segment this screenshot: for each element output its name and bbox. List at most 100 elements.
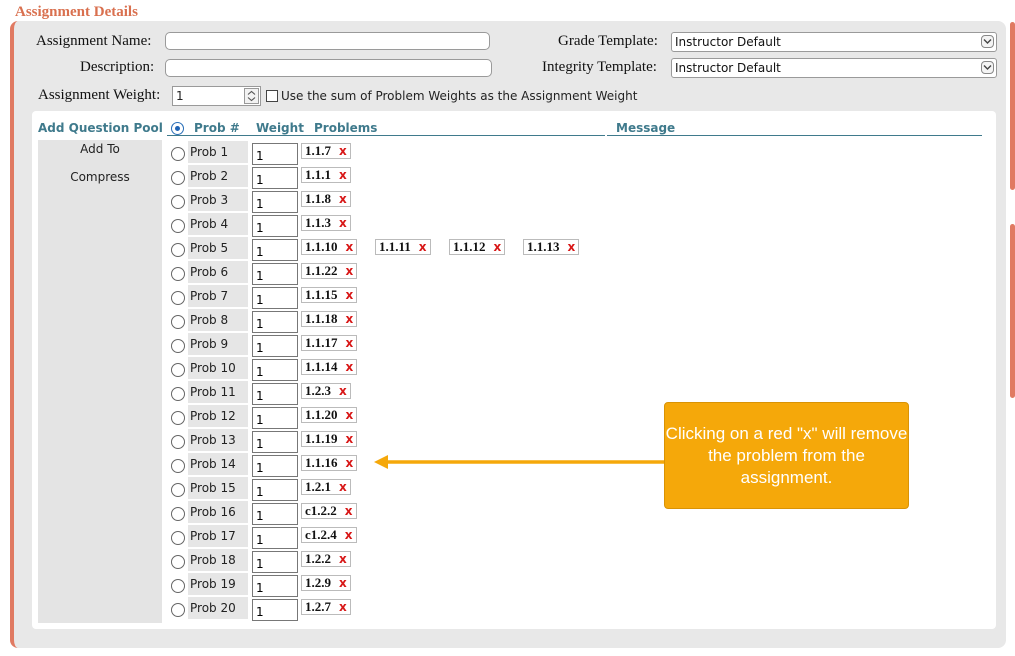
assignment-weight-label: Assignment Weight: bbox=[38, 87, 161, 103]
problem-tag: 1.1.16 x bbox=[301, 455, 358, 471]
remove-problem-x[interactable]: x bbox=[494, 240, 502, 254]
remove-problem-x[interactable]: x bbox=[346, 312, 354, 326]
description-input[interactable] bbox=[165, 59, 492, 77]
add-to-link[interactable]: Add To bbox=[38, 142, 162, 156]
header-radio-selected[interactable] bbox=[171, 122, 184, 135]
problem-row-radio[interactable] bbox=[171, 267, 185, 281]
use-sum-checkbox[interactable] bbox=[266, 90, 278, 102]
remove-problem-x[interactable]: x bbox=[339, 192, 347, 206]
assignment-name-input[interactable] bbox=[165, 32, 490, 50]
remove-problem-x[interactable]: x bbox=[345, 504, 353, 518]
compress-link[interactable]: Compress bbox=[38, 170, 162, 184]
prob-number-cell: Prob 15 bbox=[188, 477, 248, 499]
remove-problem-x[interactable]: x bbox=[346, 360, 354, 374]
problem-tag: 1.2.9 x bbox=[301, 575, 351, 591]
problem-tag: 1.1.19 x bbox=[301, 431, 358, 447]
problem-row-radio[interactable] bbox=[171, 555, 185, 569]
remove-problem-x[interactable]: x bbox=[419, 240, 427, 254]
weight-input[interactable] bbox=[252, 311, 298, 333]
problem-row-radio[interactable] bbox=[171, 435, 185, 449]
problem-tag: 1.1.12 x bbox=[449, 239, 506, 255]
weight-input[interactable] bbox=[252, 599, 298, 621]
remove-problem-x[interactable]: x bbox=[346, 240, 354, 254]
problem-row-radio[interactable] bbox=[171, 363, 185, 377]
header-underline bbox=[167, 135, 605, 136]
problem-row-radio[interactable] bbox=[171, 603, 185, 617]
remove-problem-x[interactable]: x bbox=[345, 528, 353, 542]
remove-problem-x[interactable]: x bbox=[339, 576, 347, 590]
weight-input[interactable] bbox=[252, 431, 298, 453]
remove-problem-x[interactable]: x bbox=[339, 600, 347, 614]
prob-number-cell: Prob 1 bbox=[188, 141, 248, 163]
problem-row-radio[interactable] bbox=[171, 243, 185, 257]
problem-row-radio[interactable] bbox=[171, 195, 185, 209]
problem-row-radio[interactable] bbox=[171, 291, 185, 305]
remove-problem-x[interactable]: x bbox=[339, 144, 347, 158]
remove-problem-x[interactable]: x bbox=[346, 336, 354, 350]
grade-template-label: Grade Template: bbox=[558, 33, 658, 49]
weight-input[interactable] bbox=[252, 575, 298, 597]
description-label: Description: bbox=[80, 59, 155, 75]
remove-problem-x[interactable]: x bbox=[346, 264, 354, 278]
remove-problem-x[interactable]: x bbox=[339, 216, 347, 230]
problem-row-radio[interactable] bbox=[171, 411, 185, 425]
header-underline bbox=[607, 135, 982, 136]
problem-id: 1.2.7 bbox=[305, 599, 331, 614]
problem-row-radio[interactable] bbox=[171, 387, 185, 401]
remove-problem-x[interactable]: x bbox=[339, 480, 347, 494]
remove-problem-x[interactable]: x bbox=[346, 408, 354, 422]
problem-row-radio[interactable] bbox=[171, 483, 185, 497]
problem-tag: 1.1.20 x bbox=[301, 407, 358, 423]
problem-id: c1.2.2 bbox=[305, 503, 337, 518]
problem-id: 1.1.17 bbox=[305, 335, 338, 350]
weight-input[interactable] bbox=[252, 383, 298, 405]
problem-id: 1.1.16 bbox=[305, 455, 338, 470]
use-sum-label: Use the sum of Problem Weights as the As… bbox=[281, 89, 638, 103]
spinner-arrows-icon[interactable] bbox=[244, 88, 259, 104]
remove-problem-x[interactable]: x bbox=[346, 456, 354, 470]
remove-problem-x[interactable]: x bbox=[339, 168, 347, 182]
remove-problem-x[interactable]: x bbox=[339, 384, 347, 398]
weight-input[interactable] bbox=[252, 239, 298, 261]
weight-input[interactable] bbox=[252, 551, 298, 573]
remove-problem-x[interactable]: x bbox=[346, 432, 354, 446]
weight-input[interactable] bbox=[252, 335, 298, 357]
problem-row-radio[interactable] bbox=[171, 219, 185, 233]
weight-input[interactable] bbox=[252, 455, 298, 477]
weight-input[interactable] bbox=[252, 503, 298, 525]
problem-tag: 1.1.1 x bbox=[301, 167, 351, 183]
problem-row-radio[interactable] bbox=[171, 531, 185, 545]
chevron-down-icon bbox=[981, 61, 994, 74]
weight-input[interactable] bbox=[252, 191, 298, 213]
remove-problem-x[interactable]: x bbox=[568, 240, 576, 254]
side-accent-bar bbox=[1010, 22, 1015, 190]
add-question-pool-header[interactable]: Add Question Pool bbox=[38, 121, 163, 135]
remove-problem-x[interactable]: x bbox=[346, 288, 354, 302]
weight-input[interactable] bbox=[252, 167, 298, 189]
problem-id: 1.2.2 bbox=[305, 551, 331, 566]
weight-input[interactable] bbox=[252, 143, 298, 165]
weight-input[interactable] bbox=[252, 215, 298, 237]
problem-row-radio[interactable] bbox=[171, 171, 185, 185]
prob-number-cell: Prob 19 bbox=[188, 573, 248, 595]
prob-number-cell: Prob 12 bbox=[188, 405, 248, 427]
integrity-template-value: Instructor Default bbox=[675, 61, 781, 75]
weight-input[interactable] bbox=[252, 479, 298, 501]
problem-row-radio[interactable] bbox=[171, 507, 185, 521]
remove-problem-x[interactable]: x bbox=[339, 552, 347, 566]
problem-row-radio[interactable] bbox=[171, 459, 185, 473]
prob-number-cell: Prob 16 bbox=[188, 501, 248, 523]
weight-input[interactable] bbox=[252, 359, 298, 381]
weight-input[interactable] bbox=[252, 407, 298, 429]
grade-template-select[interactable]: Instructor Default bbox=[671, 32, 997, 52]
weight-input[interactable] bbox=[252, 287, 298, 309]
problem-row-radio[interactable] bbox=[171, 315, 185, 329]
weight-input[interactable] bbox=[252, 527, 298, 549]
problem-row-radio[interactable] bbox=[171, 147, 185, 161]
problem-row-radio[interactable] bbox=[171, 339, 185, 353]
problem-row-radio[interactable] bbox=[171, 579, 185, 593]
prob-number-cell: Prob 13 bbox=[188, 429, 248, 451]
integrity-template-select[interactable]: Instructor Default bbox=[671, 58, 997, 78]
weight-input[interactable] bbox=[252, 263, 298, 285]
assignment-weight-spinner[interactable]: 1 bbox=[172, 86, 261, 106]
